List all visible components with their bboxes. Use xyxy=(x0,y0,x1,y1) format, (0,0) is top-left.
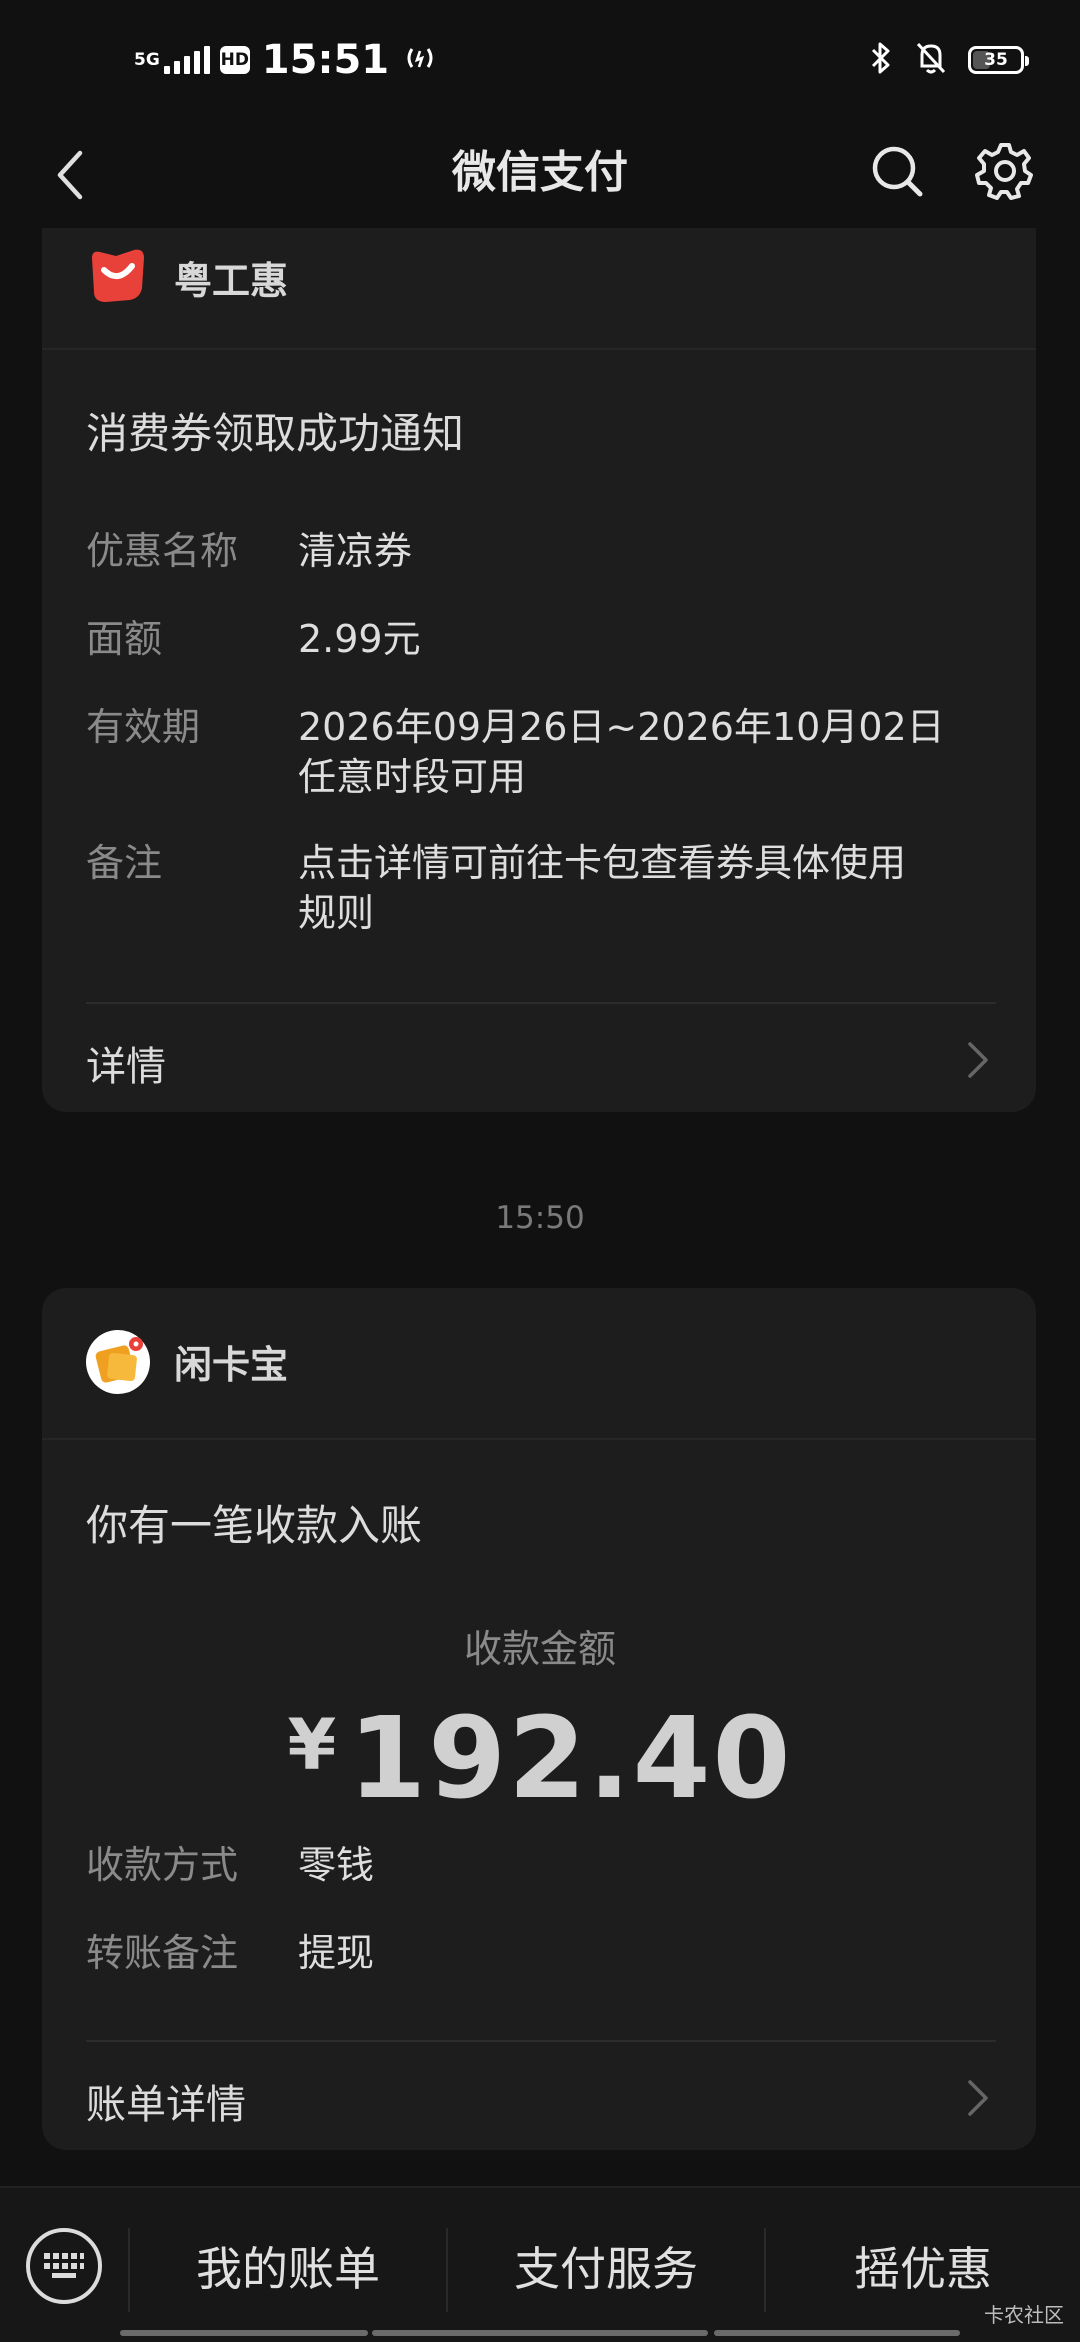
row-label: 面额 xyxy=(86,617,163,661)
card-brand-name: 闲卡宝 xyxy=(174,1343,289,1387)
home-indicator xyxy=(120,2330,368,2336)
bill-details-label: 账单详情 xyxy=(86,2082,246,2128)
amount-value: 192.40 xyxy=(348,1694,793,1824)
row-value: 点击详情可前往卡包查看券具体使用 规则 xyxy=(298,838,996,938)
bluetooth-icon xyxy=(868,40,894,80)
battery-level: 35 xyxy=(984,50,1008,70)
card-header: 粤工惠 xyxy=(42,228,1036,350)
detail-row: 备注 点击详情可前往卡包查看券具体使用 规则 xyxy=(86,838,996,938)
row-value: 2026年09月26日~2026年10月02日 任意时段可用 xyxy=(298,702,996,802)
card-brand-name: 粤工惠 xyxy=(174,259,289,303)
hotspot-icon xyxy=(403,43,437,77)
row-value: 零钱 xyxy=(298,1843,375,1887)
yuegonghui-logo-icon xyxy=(92,249,144,302)
nav-bar: 微信支付 xyxy=(0,120,1080,230)
row-label: 收款方式 xyxy=(86,1843,239,1887)
row-label: 有效期 xyxy=(86,705,201,749)
detail-row: 有效期 2026年09月26日~2026年10月02日 任意时段可用 xyxy=(86,702,996,802)
row-value-line: 2026年09月26日~2026年10月02日 xyxy=(298,705,945,749)
xiankabao-logo-icon xyxy=(86,1330,150,1394)
menu-shake-offers[interactable]: 摇优惠 xyxy=(766,2234,1080,2304)
search-icon xyxy=(872,146,923,197)
watermark: 卡农社区 xyxy=(984,2303,1064,2327)
row-value-line: 点击详情可前往卡包查看券具体使用 xyxy=(298,841,907,885)
detail-row: 收款方式 零钱 xyxy=(86,1840,996,1890)
amount-label: 收款金额 xyxy=(463,1627,616,1671)
bottom-menu: 我的账单 支付服务 摇优惠 卡农社区 xyxy=(0,2186,1080,2342)
menu-my-bills[interactable]: 我的账单 xyxy=(130,2234,446,2304)
status-bar: 5G HD 15:51 35 xyxy=(0,0,1080,120)
menu-payment-services[interactable]: 支付服务 xyxy=(448,2234,764,2304)
detail-row: 面额 2.99元 xyxy=(86,614,996,664)
card-title: 你有一笔收款入账 xyxy=(86,1501,423,1550)
row-label: 转账备注 xyxy=(86,1931,239,1975)
mute-bell-icon xyxy=(914,40,948,80)
message-timestamp: 15:50 xyxy=(495,1200,585,1236)
hd-badge: HD xyxy=(219,46,250,74)
currency-symbol: ¥ xyxy=(287,1704,337,1786)
home-indicator xyxy=(714,2330,960,2336)
coupon-notification-card: 粤工惠 消费券领取成功通知 优惠名称 清凉券 面额 2.99元 有效期 2026… xyxy=(42,228,1036,1112)
row-value-line: 任意时段可用 xyxy=(298,755,527,799)
signal-icon xyxy=(163,46,210,74)
details-label: 详情 xyxy=(86,1044,166,1090)
row-label: 备注 xyxy=(86,841,163,885)
battery-icon: 35 xyxy=(968,46,1029,74)
row-value: 2.99元 xyxy=(298,617,421,661)
detail-row: 优惠名称 清凉券 xyxy=(86,526,996,576)
row-value: 清凉券 xyxy=(298,529,413,573)
detail-row: 转账备注 提现 xyxy=(86,1928,996,1978)
bill-details-link[interactable]: 账单详情 xyxy=(86,2040,996,2152)
status-right: 35 xyxy=(868,38,1029,82)
row-value: 提现 xyxy=(298,1931,375,1975)
card-header: 闲卡宝 xyxy=(42,1288,1036,1440)
status-time: 15:51 xyxy=(261,37,390,83)
network-type: 5G xyxy=(134,50,160,70)
amount-display: ¥192.40 xyxy=(0,1694,1080,1824)
card-title: 消费券领取成功通知 xyxy=(86,409,465,458)
keyboard-icon xyxy=(44,2253,84,2278)
settings-button[interactable] xyxy=(970,136,1040,206)
status-left: 5G HD 15:51 xyxy=(134,34,437,86)
row-label: 优惠名称 xyxy=(86,529,239,573)
chevron-right-icon xyxy=(968,1042,988,1078)
home-indicator xyxy=(372,2330,708,2336)
search-button[interactable] xyxy=(862,136,932,206)
gear-icon xyxy=(975,143,1033,200)
details-link[interactable]: 详情 xyxy=(86,1002,996,1114)
chevron-right-icon xyxy=(968,2080,988,2116)
keyboard-toggle-button[interactable] xyxy=(26,2228,102,2304)
row-value-line: 规则 xyxy=(298,891,375,935)
